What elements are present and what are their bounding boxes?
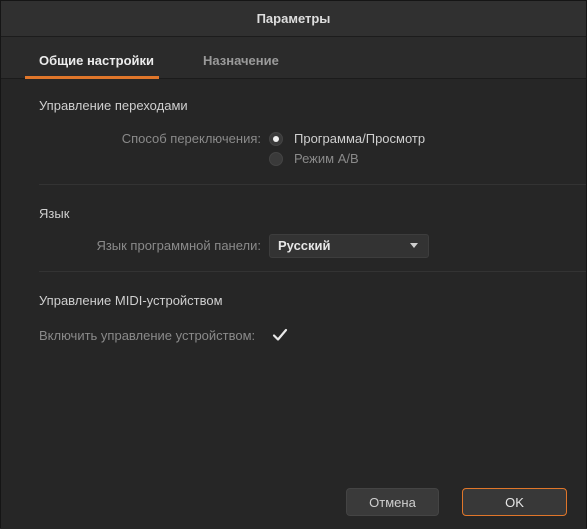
radio-ab-mode[interactable] bbox=[269, 152, 283, 166]
panel-language-label: Язык программной панели: bbox=[96, 238, 261, 253]
active-tab-indicator bbox=[25, 76, 159, 79]
window-title: Параметры bbox=[256, 11, 331, 26]
ok-button[interactable]: OK bbox=[462, 488, 567, 516]
enable-midi-label: Включить управление устройством: bbox=[39, 328, 256, 343]
section-title-midi: Управление MIDI-устройством bbox=[39, 293, 223, 308]
checkmark-icon bbox=[272, 328, 288, 341]
enable-midi-checkbox[interactable] bbox=[271, 326, 289, 344]
language-select-value: Русский bbox=[278, 238, 331, 253]
chevron-down-icon bbox=[410, 243, 418, 248]
radio-ab-mode-label: Режим A/B bbox=[294, 151, 359, 166]
tab-mapping[interactable]: Назначение bbox=[203, 53, 279, 68]
radio-program-preview[interactable] bbox=[269, 132, 283, 146]
section-title-transitions: Управление переходами bbox=[39, 98, 188, 113]
preferences-dialog: Параметры Общие настройки Назначение Упр… bbox=[0, 0, 587, 529]
title-bar: Параметры bbox=[1, 1, 586, 37]
tab-bar: Общие настройки Назначение bbox=[1, 37, 586, 79]
settings-content: Управление переходами Способ переключени… bbox=[1, 80, 586, 529]
radio-program-preview-label: Программа/Просмотр bbox=[294, 131, 426, 146]
section-title-language: Язык bbox=[39, 206, 70, 221]
switch-mode-label: Способ переключения: bbox=[121, 131, 261, 146]
section-divider bbox=[39, 184, 586, 185]
section-divider bbox=[39, 271, 586, 272]
tab-general-settings[interactable]: Общие настройки bbox=[39, 53, 154, 68]
cancel-button[interactable]: Отмена bbox=[346, 488, 439, 516]
language-select[interactable]: Русский bbox=[269, 234, 429, 258]
